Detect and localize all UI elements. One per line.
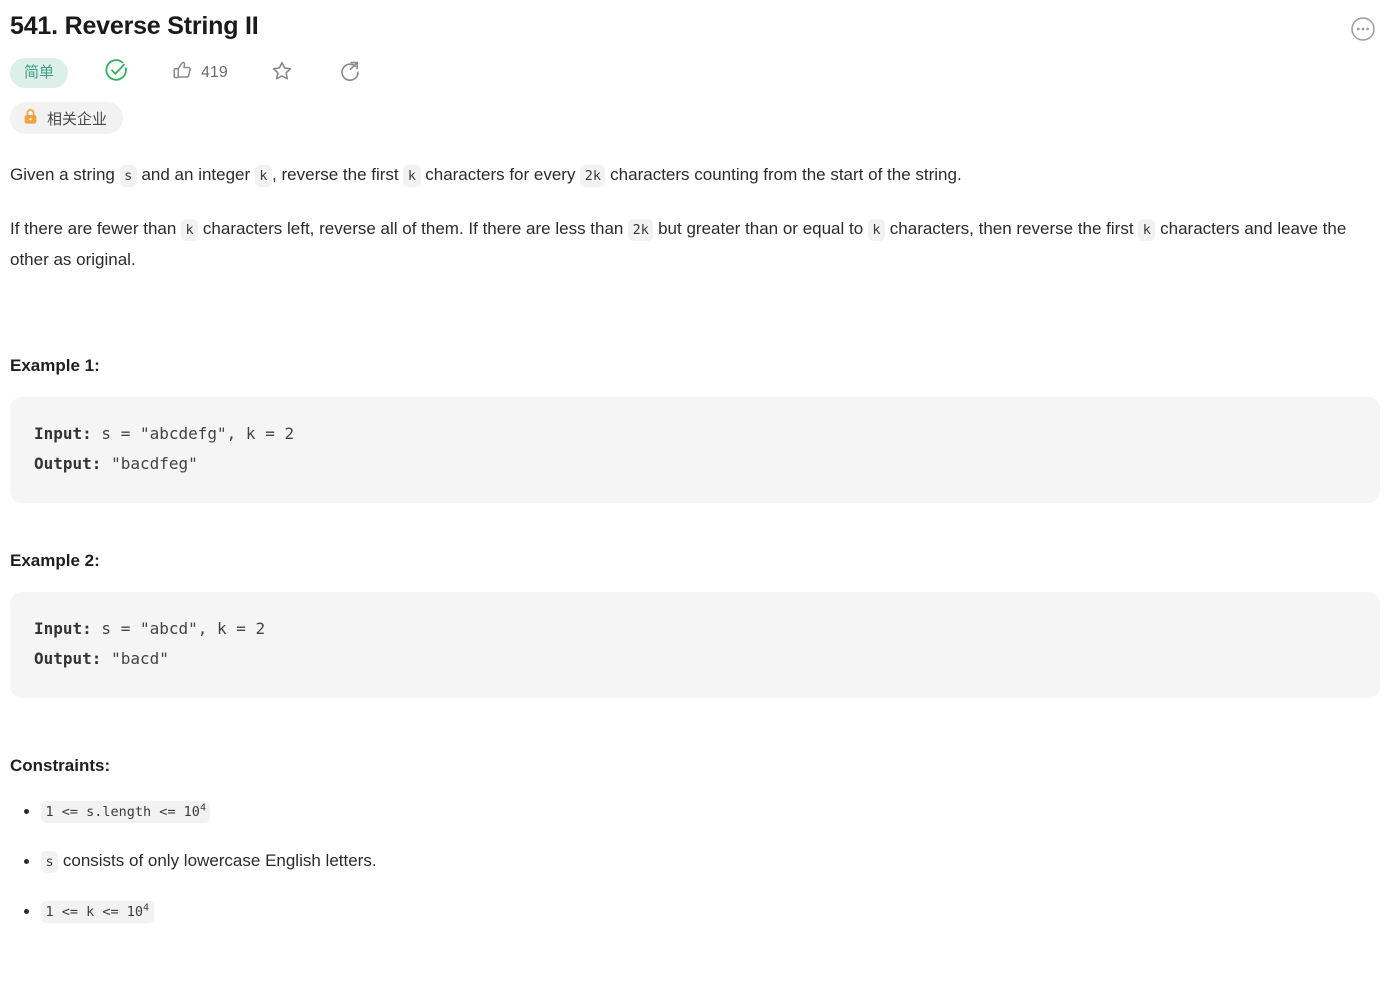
vote-count: 419 — [201, 64, 228, 81]
upvote-button[interactable]: 419 — [171, 57, 228, 89]
inline-code: k — [254, 165, 273, 187]
star-icon — [270, 59, 294, 88]
constraints-heading: Constraints: — [10, 756, 111, 775]
lock-icon — [23, 108, 38, 129]
thumbs-up-icon — [171, 59, 194, 87]
inline-code: k — [867, 219, 886, 241]
company-row: 相关企业 — [10, 102, 1380, 134]
example-1-code-block: Input: s = "abcdefg", k = 2 Output: "bac… — [10, 397, 1380, 503]
input-label: Input: — [34, 619, 92, 638]
text-fragment: but greater than or equal to — [653, 219, 868, 238]
text-fragment: characters, then reverse the first — [885, 219, 1139, 238]
list-item: s consists of only lowercase English let… — [10, 847, 1380, 876]
inline-code: k — [403, 165, 421, 187]
favorite-button[interactable] — [270, 57, 294, 89]
share-circle-icon — [338, 59, 362, 88]
difficulty-badge[interactable]: 简单 — [10, 58, 69, 88]
constraints-list: 1 <= s.length <= 104 s consists of only … — [10, 797, 1380, 926]
output-value: "bacd" — [101, 649, 169, 668]
example-1-heading: Example 1: — [10, 356, 100, 375]
description-paragraph-1: Given a string s and an integer k, rever… — [10, 160, 1380, 191]
output-label: Output: — [34, 454, 102, 473]
inline-code: k — [181, 219, 199, 241]
output-value: "bacdfeg" — [101, 454, 198, 473]
inline-code: 2k — [580, 165, 606, 187]
input-value: s = "abcdefg", k = 2 — [91, 424, 295, 443]
description-paragraph-2: If there are fewer than k characters lef… — [10, 214, 1380, 275]
inline-code: s — [119, 165, 137, 187]
related-companies-label: 相关企业 — [47, 110, 108, 128]
inline-code: 1 <= s.length <= 104 — [41, 801, 211, 823]
inline-code: s — [41, 851, 59, 873]
problem-content: Given a string s and an integer k, rever… — [10, 160, 1380, 926]
share-button[interactable] — [338, 57, 362, 89]
text-fragment: If there are fewer than — [10, 219, 182, 238]
text-fragment: characters left, reverse all of them. If… — [198, 219, 629, 238]
text-fragment: Given a string — [10, 165, 120, 184]
code-superscript: 4 — [199, 802, 206, 814]
check-circle-icon — [104, 58, 129, 88]
list-item: 1 <= k <= 104 — [10, 897, 1380, 926]
text-fragment: characters counting from the start of th… — [605, 165, 962, 184]
output-label: Output: — [34, 649, 102, 668]
more-horizontal-circle-icon[interactable] — [1350, 16, 1376, 42]
code-text: 1 <= s.length <= 10 — [45, 804, 200, 820]
input-value: s = "abcd", k = 2 — [91, 619, 266, 638]
code-superscript: 4 — [143, 902, 150, 914]
inline-code: 1 <= k <= 104 — [41, 901, 154, 923]
meta-row: 简单 419 — [10, 57, 1380, 89]
problem-page: 541. Reverse String II 简单 419 相关企业 Given… — [0, 0, 1390, 1002]
related-companies-badge[interactable]: 相关企业 — [10, 102, 124, 134]
title-row: 541. Reverse String II — [10, 0, 1380, 43]
list-item: 1 <= s.length <= 104 — [10, 797, 1380, 826]
inline-code: 2k — [628, 219, 654, 241]
input-label: Input: — [34, 424, 92, 443]
code-text: 1 <= k <= 10 — [45, 904, 144, 920]
example-2-heading: Example 2: — [10, 551, 100, 570]
example-2-code-block: Input: s = "abcd", k = 2 Output: "bacd" — [10, 592, 1380, 698]
code-text: s — [45, 854, 54, 870]
inline-code: k — [1138, 219, 1156, 241]
solved-status-button[interactable] — [104, 57, 129, 89]
text-fragment: characters for every — [420, 165, 581, 184]
text-fragment: consists of only lowercase English lette… — [58, 851, 377, 870]
page-title: 541. Reverse String II — [10, 12, 259, 40]
text-fragment: and an integer — [136, 165, 255, 184]
text-fragment: , reverse the first — [272, 165, 404, 184]
